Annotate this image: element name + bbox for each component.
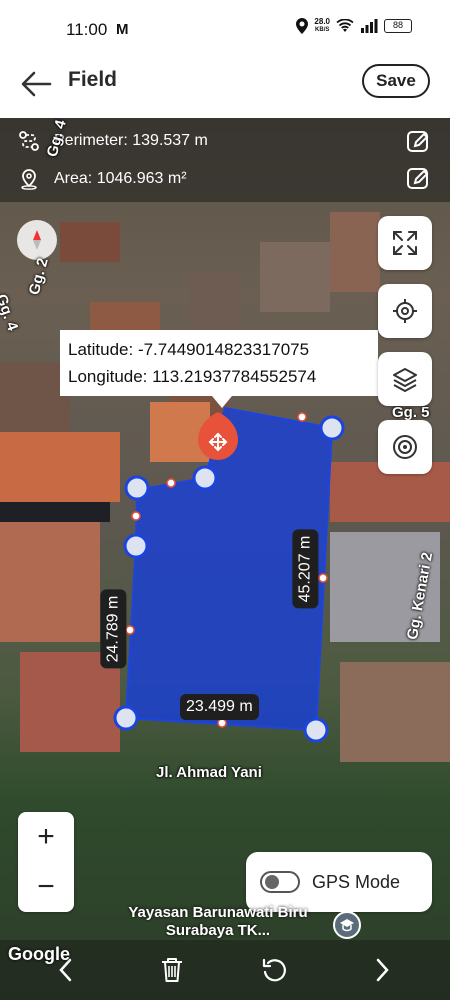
chevron-right-icon	[376, 958, 389, 982]
place-label: Yayasan Barunawati Biru Surabaya TK...	[98, 904, 338, 940]
google-logo: Google	[8, 944, 70, 964]
status-time: 11:00	[66, 20, 108, 39]
undo-button[interactable]	[254, 950, 294, 990]
locate-button[interactable]	[378, 284, 432, 338]
dimension-label-right: 45.207 m	[292, 529, 319, 609]
midpoint-handle	[125, 625, 135, 635]
map-view[interactable]: Perimeter: 139.537 m Area: 1046.963 m² G…	[0, 118, 450, 1000]
zoom-out-button[interactable]: −	[18, 862, 74, 912]
tooltip-pointer	[212, 396, 232, 408]
delete-button[interactable]	[152, 950, 192, 990]
midpoint-handle	[318, 573, 328, 583]
network-speed-value: 28.0	[314, 17, 330, 26]
next-button[interactable]	[362, 950, 402, 990]
gps-mode-control[interactable]: GPS Mode	[246, 852, 432, 912]
longitude-text: Longitude: 113.21937784552574	[68, 367, 317, 386]
crosshair-icon	[393, 299, 417, 323]
undo-icon	[262, 958, 286, 982]
target-icon	[393, 435, 417, 459]
zoom-in-button[interactable]: +	[18, 812, 74, 862]
fullscreen-button[interactable]	[378, 216, 432, 270]
trash-icon	[162, 958, 182, 982]
status-bar: 11:00 M 28.0 KB/S 88	[0, 0, 450, 58]
wifi-icon	[336, 19, 354, 32]
vertex-handle	[303, 717, 329, 743]
vertex-handle	[192, 465, 218, 491]
dimension-label-bottom: 23.499 m	[180, 694, 259, 720]
midpoint-handle	[297, 412, 307, 422]
vertex-handle	[113, 705, 139, 731]
vertex-handle	[124, 475, 150, 501]
vertex-handle	[319, 415, 345, 441]
coordinate-tooltip: Latitude: -7.7449014823317075 Longitude:…	[60, 330, 378, 396]
arrow-left-icon[interactable]	[18, 66, 54, 102]
location-status-icon	[296, 18, 309, 34]
status-indicators: 28.0 KB/S 88	[296, 18, 412, 34]
midpoint-handle	[131, 511, 141, 521]
network-speed: 28.0 KB/S	[314, 18, 330, 34]
mail-icon: M	[116, 21, 129, 38]
layers-button[interactable]	[378, 352, 432, 406]
midpoint-handle	[217, 718, 227, 728]
app-header: Field Save	[0, 58, 450, 118]
midpoint-handle	[166, 478, 176, 488]
gps-mode-label: GPS Mode	[312, 871, 401, 892]
vertex-handle	[123, 533, 149, 559]
dimension-label-left: 24.789 m	[100, 589, 127, 669]
layers-icon	[393, 368, 417, 392]
latitude-text: Latitude: -7.7449014823317075	[68, 340, 310, 359]
signal-icon	[361, 19, 378, 33]
place-label-line1: Yayasan Barunawati Biru	[128, 904, 308, 921]
place-label-line2: Surabaya TK...	[165, 922, 271, 939]
zoom-controls: + −	[18, 812, 74, 912]
page-title: Field	[68, 68, 118, 91]
school-icon	[333, 911, 361, 939]
gps-mode-toggle[interactable]	[260, 871, 300, 893]
fullscreen-icon	[393, 231, 417, 255]
battery-indicator: 88	[384, 19, 412, 33]
save-button[interactable]: Save	[362, 64, 430, 98]
toggle-knob	[265, 875, 279, 889]
network-speed-unit: KB/S	[315, 27, 330, 33]
target-button[interactable]	[378, 420, 432, 474]
